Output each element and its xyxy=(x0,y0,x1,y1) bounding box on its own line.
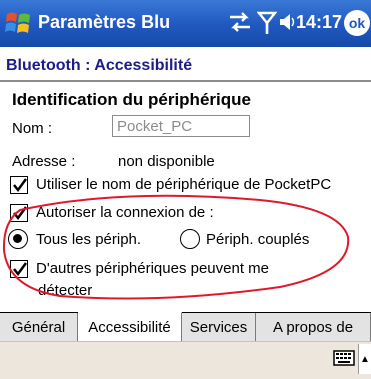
discoverable-checkbox[interactable] xyxy=(10,260,28,278)
discoverable-label-line2: détecter xyxy=(38,282,93,299)
checkmark-icon xyxy=(13,262,28,277)
tab-accessibility[interactable]: Accessibilité xyxy=(78,312,182,341)
radio-paired-devices-label: Périph. couplés xyxy=(206,231,310,248)
clock-time[interactable]: 14:17 xyxy=(296,12,342,33)
allow-connection-label: Autoriser la connexion de : xyxy=(36,204,214,221)
tab-general[interactable]: Général xyxy=(0,313,78,341)
radio-paired-devices[interactable] xyxy=(180,229,200,249)
radio-all-devices-label: Tous les périph. xyxy=(36,231,142,248)
signal-antenna-icon[interactable] xyxy=(256,10,278,41)
tab-bar: Général Accessibilité Services A propos … xyxy=(0,312,371,341)
allow-connection-checkbox[interactable] xyxy=(10,204,28,222)
checkmark-icon xyxy=(13,178,28,193)
page-header: Bluetooth : Accessibilité xyxy=(0,50,371,82)
radio-selected-dot xyxy=(13,234,22,243)
page-title: Bluetooth : Accessibilité xyxy=(6,57,193,74)
section-title: Identification du périphérique xyxy=(12,90,251,109)
speaker-icon[interactable] xyxy=(278,10,296,39)
connectivity-arrows-icon[interactable] xyxy=(227,10,253,39)
ok-button[interactable]: ok xyxy=(344,10,370,36)
radio-all-devices[interactable] xyxy=(8,229,28,249)
title-bar: Paramètres Blu 14:17 ok xyxy=(0,0,371,47)
address-value: non disponible xyxy=(118,153,215,170)
checkmark-icon xyxy=(13,206,28,221)
discoverable-label-line1: D'autres périphériques peuvent me xyxy=(36,260,269,277)
tab-about[interactable]: A propos de xyxy=(256,313,371,341)
use-device-name-label: Utiliser le nom de périphérique de Pocke… xyxy=(36,176,332,193)
menu-bar xyxy=(0,341,371,379)
address-label: Adresse : xyxy=(12,153,76,170)
app-title: Paramètres Blu xyxy=(38,12,171,32)
tab-services[interactable]: Services xyxy=(182,313,256,341)
device-name-input[interactable] xyxy=(112,115,250,137)
windows-flag-icon[interactable] xyxy=(4,8,34,38)
keyboard-icon[interactable] xyxy=(333,349,355,367)
use-device-name-checkbox[interactable] xyxy=(10,176,28,194)
name-label: Nom : xyxy=(12,120,53,137)
up-arrow-icon[interactable]: ▲ xyxy=(358,344,371,374)
